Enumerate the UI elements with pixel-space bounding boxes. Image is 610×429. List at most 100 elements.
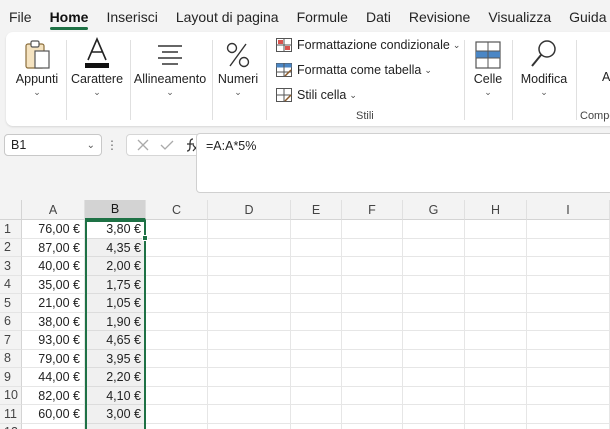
cell-d7[interactable]	[208, 331, 291, 350]
cell-c12[interactable]	[146, 423, 208, 429]
cell-i4[interactable]	[527, 275, 610, 294]
tab-visualizza[interactable]: Visualizza	[488, 0, 551, 34]
cell-c6[interactable]	[146, 312, 208, 331]
cell-g3[interactable]	[403, 257, 465, 276]
cell-c3[interactable]	[146, 257, 208, 276]
cell-b9[interactable]: 2,20 €	[85, 368, 146, 387]
cell-c1[interactable]	[146, 220, 208, 239]
cell-d3[interactable]	[208, 257, 291, 276]
cell-b7[interactable]: 4,65 €	[85, 331, 146, 350]
cell-i7[interactable]	[527, 331, 610, 350]
cell-e3[interactable]	[291, 257, 342, 276]
cell-h8[interactable]	[465, 349, 527, 368]
cell-c4[interactable]	[146, 275, 208, 294]
cell-i10[interactable]	[527, 386, 610, 405]
cell-d1[interactable]	[208, 220, 291, 239]
chevron-down-icon[interactable]: ⌄	[87, 140, 95, 151]
cell-c9[interactable]	[146, 368, 208, 387]
cell-d2[interactable]	[208, 238, 291, 257]
cell-h10[interactable]	[465, 386, 527, 405]
row-header[interactable]: 12	[0, 423, 22, 429]
cell-i9[interactable]	[527, 368, 610, 387]
cell-f5[interactable]	[342, 294, 403, 313]
cell-h3[interactable]	[465, 257, 527, 276]
cell-f1[interactable]	[342, 220, 403, 239]
cell-c2[interactable]	[146, 238, 208, 257]
cell-a5[interactable]: 21,00 €	[22, 294, 85, 313]
select-all-corner[interactable]	[0, 200, 22, 220]
cell-a10[interactable]: 82,00 €	[22, 386, 85, 405]
tab-layout-di-pagina[interactable]: Layout di pagina	[176, 0, 279, 34]
column-header-a[interactable]: A	[22, 200, 85, 220]
cell-i6[interactable]	[527, 312, 610, 331]
row-header[interactable]: 1	[0, 220, 22, 239]
cell-e2[interactable]	[291, 238, 342, 257]
cell-e6[interactable]	[291, 312, 342, 331]
row-header[interactable]: 5	[0, 294, 22, 313]
cell-d8[interactable]	[208, 349, 291, 368]
cell-a2[interactable]: 87,00 €	[22, 238, 85, 257]
cell-a11[interactable]: 60,00 €	[22, 405, 85, 424]
formula-input[interactable]: =A:A*5%	[196, 133, 610, 193]
cell-h7[interactable]	[465, 331, 527, 350]
cell-g2[interactable]	[403, 238, 465, 257]
cell-e10[interactable]	[291, 386, 342, 405]
cell-c8[interactable]	[146, 349, 208, 368]
cell-b4[interactable]: 1,75 €	[85, 275, 146, 294]
cell-b3[interactable]: 2,00 €	[85, 257, 146, 276]
cell-g5[interactable]	[403, 294, 465, 313]
cell-i5[interactable]	[527, 294, 610, 313]
cell-b8[interactable]: 3,95 €	[85, 349, 146, 368]
alignment-button[interactable]: Allineamento ⌄	[134, 36, 206, 98]
row-header[interactable]: 7	[0, 331, 22, 350]
cell-b10[interactable]: 4,10 €	[85, 386, 146, 405]
cell-b1[interactable]: 3,80 €	[85, 220, 146, 239]
cell-c11[interactable]	[146, 405, 208, 424]
cell-g9[interactable]	[403, 368, 465, 387]
cell-d10[interactable]	[208, 386, 291, 405]
cell-a4[interactable]: 35,00 €	[22, 275, 85, 294]
cell-e5[interactable]	[291, 294, 342, 313]
cell-i11[interactable]	[527, 405, 610, 424]
cell-g8[interactable]	[403, 349, 465, 368]
tab-file[interactable]: File	[9, 0, 32, 34]
cell-h9[interactable]	[465, 368, 527, 387]
cell-g10[interactable]	[403, 386, 465, 405]
cell-f4[interactable]	[342, 275, 403, 294]
cell-d12[interactable]	[208, 423, 291, 429]
row-header[interactable]: 2	[0, 238, 22, 257]
confirm-icon[interactable]	[160, 138, 174, 152]
column-header-f[interactable]: F	[342, 200, 403, 220]
cell-a9[interactable]: 44,00 €	[22, 368, 85, 387]
cell-c5[interactable]	[146, 294, 208, 313]
cell-b11[interactable]: 3,00 €	[85, 405, 146, 424]
cell-e9[interactable]	[291, 368, 342, 387]
cell-e4[interactable]	[291, 275, 342, 294]
row-header[interactable]: 9	[0, 368, 22, 387]
name-box[interactable]: B1 ⌄	[4, 134, 102, 156]
cell-c7[interactable]	[146, 331, 208, 350]
cell-d5[interactable]	[208, 294, 291, 313]
cell-g7[interactable]	[403, 331, 465, 350]
cell-g12[interactable]	[403, 423, 465, 429]
row-header[interactable]: 3	[0, 257, 22, 276]
cell-i12[interactable]	[527, 423, 610, 429]
clipboard-button[interactable]: Appunti ⌄	[12, 36, 62, 98]
row-header[interactable]: 11	[0, 405, 22, 424]
cell-b2[interactable]: 4,35 €	[85, 238, 146, 257]
cell-a1[interactable]: 76,00 €	[22, 220, 85, 239]
cell-h1[interactable]	[465, 220, 527, 239]
tab-formule[interactable]: Formule	[297, 0, 348, 34]
cell-g1[interactable]	[403, 220, 465, 239]
cell-f10[interactable]	[342, 386, 403, 405]
tab-dati[interactable]: Dati	[366, 0, 391, 34]
conditional-formatting-button[interactable]: Formattazione condizionale ⌄	[276, 38, 460, 52]
cell-i8[interactable]	[527, 349, 610, 368]
more-options-icon[interactable]: ⋮	[106, 138, 118, 152]
cell-f8[interactable]	[342, 349, 403, 368]
cell-styles-button[interactable]: Stili cella ⌄	[276, 88, 357, 102]
cell-b12[interactable]	[85, 423, 146, 429]
cell-f11[interactable]	[342, 405, 403, 424]
cell-d6[interactable]	[208, 312, 291, 331]
column-header-e[interactable]: E	[291, 200, 342, 220]
